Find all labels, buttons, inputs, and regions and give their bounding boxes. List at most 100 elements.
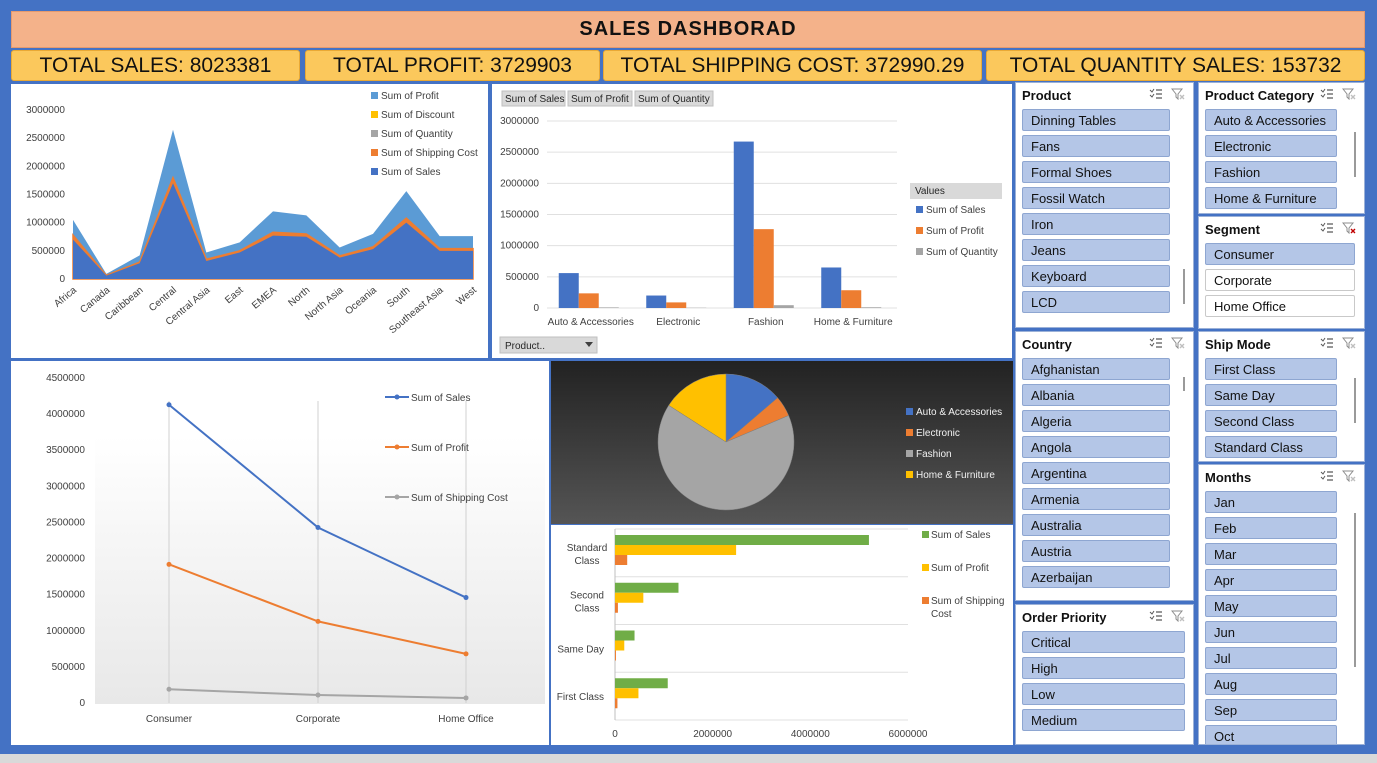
clear-filter-icon[interactable] — [1170, 88, 1185, 101]
slicer-item[interactable]: Keyboard — [1022, 265, 1170, 287]
slicer-item[interactable]: Second Class — [1205, 410, 1337, 432]
clear-filter-icon[interactable] — [1341, 88, 1356, 101]
sheet-tab-bar[interactable] — [0, 754, 1377, 763]
multi-select-icon[interactable] — [1320, 470, 1334, 482]
x-tick-label: Fashion — [748, 317, 784, 328]
slicer-item[interactable]: Fans — [1022, 135, 1170, 157]
slicer-scrollbar[interactable] — [1354, 132, 1356, 177]
slicer-item[interactable]: Albania — [1022, 384, 1170, 406]
column-bar — [753, 229, 774, 308]
clear-filter-icon[interactable] — [1341, 337, 1356, 350]
line-point — [463, 695, 469, 701]
slicer-scrollbar[interactable] — [1183, 377, 1185, 391]
slicer-ship-mode[interactable]: Ship Mode First Class Same Day Second Class… — [1198, 331, 1365, 462]
legend-swatch — [916, 248, 923, 255]
slicer-item[interactable]: Aug — [1205, 673, 1337, 695]
slicer-title: Order Priority — [1022, 609, 1107, 625]
area-chart-panel[interactable]: 3000000 2500000 2000000 1500000 1000000 50000… — [11, 84, 488, 358]
slicer-item[interactable]: Home Office — [1205, 295, 1355, 317]
legend-swatch — [906, 450, 913, 457]
clear-filter-icon[interactable] — [1341, 222, 1356, 235]
slicer-item[interactable]: Feb — [1205, 517, 1337, 539]
multi-select-icon[interactable] — [1320, 88, 1334, 100]
y-tick-label: Standard Class — [567, 543, 608, 567]
slicer-item[interactable]: LCD — [1022, 291, 1170, 313]
slicer-item[interactable]: Azerbaijan — [1022, 566, 1170, 588]
column-bar — [861, 307, 882, 308]
legend-swatch — [922, 597, 929, 604]
hbar — [615, 630, 635, 641]
slicer-item[interactable]: Jan — [1205, 491, 1337, 513]
legend-label: Sum of Profit — [931, 563, 989, 574]
slicer-item[interactable]: Sep — [1205, 699, 1337, 721]
slicer-item[interactable]: Consumer — [1205, 243, 1355, 265]
hbar-chart[interactable]: Standard Class Second Class Same Day First Cl… — [551, 525, 1013, 745]
line-chart[interactable]: 4500000 4000000 3500000 3000000 2500000 20000… — [11, 361, 549, 745]
slicer-scrollbar[interactable] — [1354, 378, 1356, 423]
slicer-item[interactable]: Jeans — [1022, 239, 1170, 261]
slicer-item[interactable]: Armenia — [1022, 488, 1170, 510]
slicer-item[interactable]: Home & Furniture — [1205, 187, 1337, 209]
multi-select-icon[interactable] — [1149, 610, 1163, 622]
slicer-item[interactable]: Fossil Watch — [1022, 187, 1170, 209]
clear-filter-icon[interactable] — [1341, 470, 1356, 483]
slicer-item[interactable]: Mar — [1205, 543, 1337, 565]
line-chart-panel[interactable]: 4500000 4000000 3500000 3000000 2500000 20000… — [11, 361, 549, 745]
column-chart-panel[interactable]: Sum of Sales Sum of Profit Sum of Quantity… — [492, 84, 1012, 358]
slicer-item[interactable]: Oct — [1205, 725, 1337, 744]
slicer-product[interactable]: Product Dinning Tables Fans Formal Shoes Fos… — [1015, 82, 1194, 328]
slicer-item[interactable]: Formal Shoes — [1022, 161, 1170, 183]
multi-select-icon[interactable] — [1149, 337, 1163, 349]
slicer-item[interactable]: Electronic — [1205, 135, 1337, 157]
slicer-item[interactable]: Australia — [1022, 514, 1170, 536]
slicer-item[interactable]: Dinning Tables — [1022, 109, 1170, 131]
slicer-months[interactable]: Months Jan Feb Mar Apr May Jun Jul Aug Sep Oct — [1198, 464, 1365, 745]
slicer-scrollbar[interactable] — [1183, 269, 1185, 304]
field-button-label: Sum of Quantity — [638, 94, 710, 105]
slicer-item[interactable]: Same Day — [1205, 384, 1337, 406]
multi-select-icon[interactable] — [1320, 337, 1334, 349]
slicer-country[interactable]: Country Afghanistan Albania Algeria Angola Ar… — [1015, 331, 1194, 601]
slicer-item[interactable]: Austria — [1022, 540, 1170, 562]
slicer-item[interactable]: High — [1022, 657, 1185, 679]
area-chart[interactable]: 3000000 2500000 2000000 1500000 1000000 50000… — [11, 84, 488, 358]
column-chart[interactable]: Sum of Sales Sum of Profit Sum of Quantity… — [492, 84, 1012, 358]
slicer-item[interactable]: Corporate — [1205, 269, 1355, 291]
hbar-chart-panel[interactable]: Standard Class Second Class Same Day First Cl… — [551, 525, 1013, 745]
slicer-item[interactable]: First Class — [1205, 358, 1337, 380]
column-bar — [646, 295, 667, 308]
slicer-item[interactable]: May — [1205, 595, 1337, 617]
slicer-item[interactable]: Standard Class — [1205, 436, 1337, 458]
slicer-item[interactable]: Algeria — [1022, 410, 1170, 432]
slicer-item[interactable]: Iron — [1022, 213, 1170, 235]
slicer-item[interactable]: Jul — [1205, 647, 1337, 669]
slicer-scrollbar[interactable] — [1354, 513, 1356, 667]
slicer-item[interactable]: Medium — [1022, 709, 1185, 731]
slicer-item[interactable]: Argentina — [1022, 462, 1170, 484]
legend-label: Sum of Sales — [411, 393, 470, 404]
slicer-title: Country — [1022, 336, 1072, 352]
multi-select-icon[interactable] — [1149, 88, 1163, 100]
slicer-item[interactable]: Low — [1022, 683, 1185, 705]
slicer-item[interactable]: Critical — [1022, 631, 1185, 653]
pie-chart-panel[interactable]: Auto & Accessories Electronic Fashion Home … — [551, 361, 1013, 524]
line-point — [315, 525, 321, 530]
multi-select-icon[interactable] — [1320, 222, 1334, 234]
slicer-order-priority[interactable]: Order Priority Critical High Low Medium — [1015, 604, 1194, 745]
slicer-item[interactable]: Jun — [1205, 621, 1337, 643]
slicer-item[interactable]: Fashion — [1205, 161, 1337, 183]
y-tick-label: 3000000 — [26, 105, 65, 116]
slicer-item[interactable]: Afghanistan — [1022, 358, 1170, 380]
slicer-title: Ship Mode — [1205, 336, 1271, 352]
slicer-segment[interactable]: Segment Consumer Corporate Home Office — [1198, 216, 1365, 329]
column-bar — [578, 293, 599, 308]
slicer-item[interactable]: Angola — [1022, 436, 1170, 458]
legend-marker — [394, 394, 400, 400]
pie-chart[interactable]: Auto & Accessories Electronic Fashion Home … — [551, 361, 1013, 524]
clear-filter-icon[interactable] — [1170, 337, 1185, 350]
clear-filter-icon[interactable] — [1170, 610, 1185, 623]
legend-label: Electronic — [916, 428, 960, 439]
slicer-product-category[interactable]: Product Category Auto & Accessories Electr… — [1198, 82, 1365, 214]
slicer-item[interactable]: Apr — [1205, 569, 1337, 591]
slicer-item[interactable]: Auto & Accessories — [1205, 109, 1337, 131]
